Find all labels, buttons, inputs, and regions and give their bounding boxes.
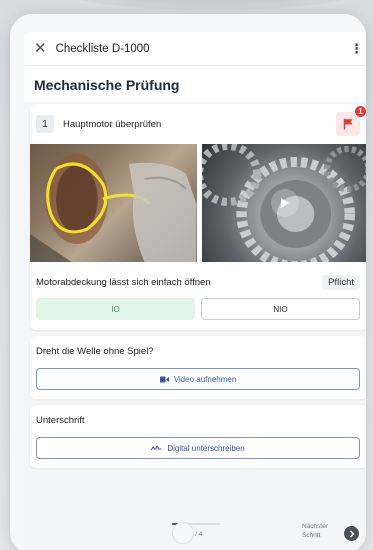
sign-digitally-label: Digital unterschreiben xyxy=(167,443,245,453)
flag-icon xyxy=(343,119,352,130)
choice-group: IO NIO xyxy=(30,290,366,320)
background-photo-top xyxy=(60,0,363,10)
checklist-content[interactable]: Mechanische Prüfung 1 Hauptmotor überprü… xyxy=(24,66,366,550)
question-label: Motorabdeckung lässt sich einfach öffnen xyxy=(36,277,211,288)
tablet-frame: ✕ Checkliste D-1000 ⋮ Mechanische Prüfun… xyxy=(10,14,366,550)
sign-digitally-button[interactable]: Digital unterschreiben xyxy=(36,437,360,459)
next-step-button[interactable] xyxy=(344,526,359,541)
app-screen: ✕ Checkliste D-1000 ⋮ Mechanische Prüfun… xyxy=(24,32,366,550)
video-camera-icon xyxy=(159,376,169,382)
motor-winding-illustration xyxy=(30,154,197,262)
task-label: Hauptmotor überprüfen xyxy=(63,118,162,130)
app-bar: ✕ Checkliste D-1000 ⋮ xyxy=(24,32,366,66)
signature-label: Unterschrift xyxy=(36,415,85,426)
required-badge: Pflicht xyxy=(322,275,360,290)
next-step-line1: Nächster xyxy=(302,523,329,530)
media-gallery xyxy=(30,144,366,262)
task-row: 1 Hauptmotor überprüfen 1 xyxy=(30,104,366,144)
video-question-label: Dreht die Welle ohne Spiel? xyxy=(36,346,154,357)
signature-icon xyxy=(151,445,162,450)
next-step-line2: Schritt xyxy=(302,531,321,539)
task-card: 1 Hauptmotor überprüfen 1 Motorabdeckung… xyxy=(30,104,366,330)
section-title: Mechanische Prüfung xyxy=(24,66,366,102)
play-icon[interactable] xyxy=(270,189,299,217)
flag-count-badge: 1 xyxy=(354,105,366,118)
chevron-right-icon xyxy=(349,530,354,537)
close-icon[interactable]: ✕ xyxy=(34,41,47,56)
gear-video-thumbnail[interactable] xyxy=(201,144,366,262)
flag-button[interactable]: 1 xyxy=(336,105,366,136)
video-question-card: Dreht die Welle ohne Spiel? Video aufneh… xyxy=(30,336,366,399)
choice-nio-button[interactable]: NIO xyxy=(201,298,360,320)
motor-winding-photo[interactable] xyxy=(30,144,197,262)
signature-card: Unterschrift Digital unterschreiben xyxy=(30,405,366,468)
task-number: 1 xyxy=(36,115,54,133)
step-navigation: 1 / 4 Nächster Schritt xyxy=(24,516,366,550)
question-row: Motorabdeckung lässt sich einfach öffnen… xyxy=(30,262,366,290)
choice-io-button[interactable]: IO xyxy=(36,298,195,320)
record-video-button[interactable]: Video aufnehmen xyxy=(36,368,360,390)
tablet-home-button[interactable] xyxy=(172,522,194,544)
record-video-label: Video aufnehmen xyxy=(173,374,237,384)
checklist-title: Checkliste D-1000 xyxy=(55,42,150,55)
kebab-menu-icon[interactable]: ⋮ xyxy=(350,41,363,57)
play-triangle xyxy=(280,198,289,208)
next-step-label[interactable]: Nächster Schritt xyxy=(302,523,328,541)
